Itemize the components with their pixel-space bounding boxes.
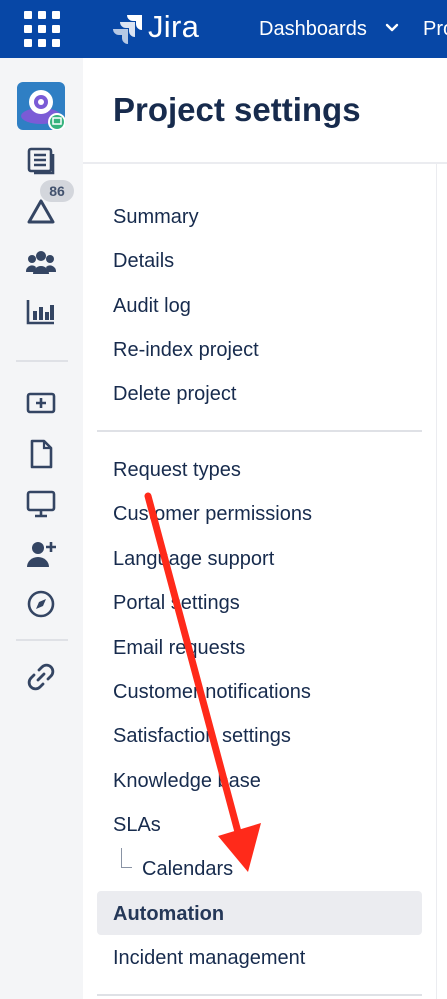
document-icon[interactable] [25,438,57,470]
project-avatar-icon [21,90,66,131]
menu-item-delete-project[interactable]: Delete project [113,381,236,407]
add-user-icon[interactable] [25,538,57,570]
menu-item-email-requests[interactable]: Email requests [113,635,245,661]
monitor-icon[interactable] [25,488,57,520]
notification-count-badge: 86 [40,180,74,202]
rail-divider [16,639,68,641]
board-icon[interactable] [25,145,57,177]
menu-item-slas[interactable]: SLAs [113,812,161,838]
app-switcher-icon[interactable] [24,11,60,47]
jira-logo-icon[interactable] [112,13,144,45]
product-name[interactable]: Jira [148,9,199,45]
menu-item-incident-management[interactable]: Incident management [113,945,305,971]
menu-item-knowledge-base[interactable]: Knowledge base [113,768,261,794]
menu-item-summary[interactable]: Summary [113,204,199,230]
content-divider [436,164,437,999]
people-icon[interactable] [25,246,57,278]
link-icon[interactable] [25,661,57,693]
nav-projects[interactable]: Pro [423,18,447,41]
project-avatar[interactable] [17,82,66,131]
compass-icon[interactable] [25,588,57,620]
menu-item-details[interactable]: Details [113,248,174,274]
menu-item-satisfaction-settings[interactable]: Satisfaction settings [113,723,291,749]
top-navigation-bar: Jira Dashboards Pro [0,0,447,58]
rail-divider [16,360,68,362]
menu-item-calendars[interactable]: Calendars [142,856,233,882]
header-divider [83,162,447,164]
menu-separator [97,994,422,996]
nav-dashboards[interactable]: Dashboards [259,18,367,41]
menu-item-request-types[interactable]: Request types [113,457,241,483]
menu-separator [97,430,422,432]
menu-item-customer-permissions[interactable]: Customer permissions [113,501,312,527]
left-sidebar-rail: 86 [0,58,83,999]
menu-item-language-support[interactable]: Language support [113,546,274,572]
menu-item-audit-log[interactable]: Audit log [113,293,191,319]
chevron-down-icon[interactable] [384,20,400,36]
add-queue-icon[interactable] [25,387,57,419]
menu-item-automation[interactable]: Automation [113,901,224,927]
menu-item-portal-settings[interactable]: Portal settings [113,590,240,616]
menu-item-reindex-project[interactable]: Re-index project [113,337,259,363]
menu-item-customer-notifications[interactable]: Customer notifications [113,679,311,705]
page-title: Project settings [113,91,361,128]
reports-icon[interactable] [25,296,57,328]
tree-connector [121,848,132,868]
